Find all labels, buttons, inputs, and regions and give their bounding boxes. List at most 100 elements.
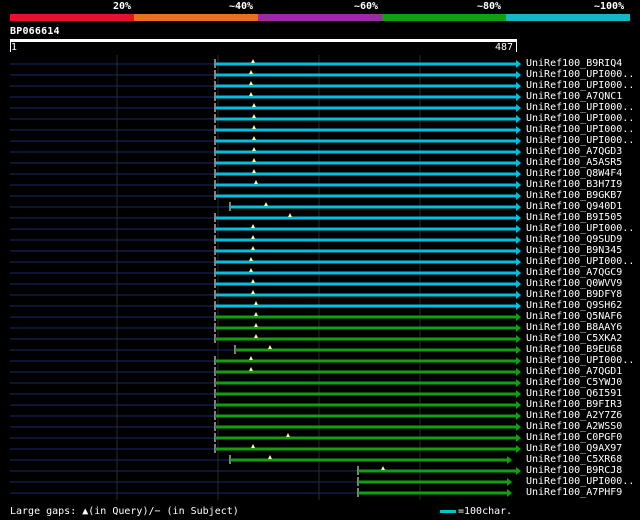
query-gap-marker bbox=[251, 444, 255, 448]
hit-arrow-head bbox=[516, 357, 521, 365]
hit-aligned-bar[interactable] bbox=[215, 304, 516, 308]
hit-label[interactable]: UniRef100_A2Y7Z6 bbox=[526, 410, 622, 421]
hit-aligned-bar[interactable] bbox=[215, 359, 516, 363]
hit-aligned-bar[interactable] bbox=[215, 414, 516, 418]
hit-aligned-bar[interactable] bbox=[215, 315, 516, 319]
hit-aligned-bar[interactable] bbox=[215, 447, 516, 451]
hit-label[interactable]: UniRef100_UPI000.. bbox=[526, 223, 634, 234]
query-gap-marker bbox=[254, 334, 258, 338]
query-gap-marker bbox=[252, 125, 256, 129]
hit-label[interactable]: UniRef100_A7PHF9 bbox=[526, 487, 622, 498]
hit-label[interactable]: UniRef100_UPI000.. bbox=[526, 476, 634, 487]
hit-label[interactable]: UniRef100_B3H7I9 bbox=[526, 179, 622, 190]
hit-aligned-bar[interactable] bbox=[215, 62, 516, 66]
hit-aligned-bar[interactable] bbox=[215, 326, 516, 330]
hit-aligned-bar[interactable] bbox=[215, 161, 516, 165]
hit-aligned-bar[interactable] bbox=[215, 238, 516, 242]
hit-label[interactable]: UniRef100_Q9AX97 bbox=[526, 443, 622, 454]
hit-aligned-bar[interactable] bbox=[215, 392, 516, 396]
hit-label[interactable]: UniRef100_UPI000.. bbox=[526, 113, 634, 124]
hit-label[interactable]: UniRef100_UPI000.. bbox=[526, 355, 634, 366]
hit-aligned-bar[interactable] bbox=[215, 403, 516, 407]
query-gap-marker bbox=[264, 202, 268, 206]
hit-label[interactable]: UniRef100_A2WSS0 bbox=[526, 421, 622, 432]
hit-label[interactable]: UniRef100_Q5NAF6 bbox=[526, 311, 622, 322]
hit-arrow-head bbox=[516, 291, 521, 299]
hit-label[interactable]: UniRef100_UPI000.. bbox=[526, 135, 634, 146]
hit-label[interactable]: UniRef100_Q9SH62 bbox=[526, 300, 622, 311]
hit-label[interactable]: UniRef100_B8AAY6 bbox=[526, 322, 622, 333]
hit-arrow-head bbox=[516, 60, 521, 68]
hit-arrow-head bbox=[516, 170, 521, 178]
hit-label[interactable]: UniRef100_B9EU68 bbox=[526, 344, 622, 355]
hit-label[interactable]: UniRef100_Q9SUD9 bbox=[526, 234, 622, 245]
hit-label[interactable]: UniRef100_Q8W4F4 bbox=[526, 168, 622, 179]
query-gap-marker bbox=[251, 279, 255, 283]
query-gap-marker bbox=[249, 257, 253, 261]
hit-label[interactable]: UniRef100_A5ASR5 bbox=[526, 157, 622, 168]
hit-aligned-bar[interactable] bbox=[215, 260, 516, 264]
hit-arrow-head bbox=[516, 93, 521, 101]
hit-label[interactable]: UniRef100_B9DFY8 bbox=[526, 289, 622, 300]
hit-label[interactable]: UniRef100_Q940D1 bbox=[526, 201, 622, 212]
hit-aligned-bar[interactable] bbox=[358, 480, 507, 484]
query-gap-marker bbox=[381, 466, 385, 470]
hit-label[interactable]: UniRef100_UPI000.. bbox=[526, 256, 634, 267]
hit-aligned-bar[interactable] bbox=[215, 293, 516, 297]
hit-arrow-head bbox=[516, 126, 521, 134]
hit-label[interactable]: UniRef100_A7QNC1 bbox=[526, 91, 622, 102]
hit-aligned-bar[interactable] bbox=[215, 139, 516, 143]
hit-aligned-bar[interactable] bbox=[215, 106, 516, 110]
hit-arrow-head bbox=[507, 489, 512, 497]
hit-aligned-bar[interactable] bbox=[215, 249, 516, 253]
hit-label[interactable]: UniRef100_B9RIQ4 bbox=[526, 58, 622, 69]
hit-label[interactable]: UniRef100_C5XR68 bbox=[526, 454, 622, 465]
hit-aligned-bar[interactable] bbox=[358, 491, 507, 495]
hit-aligned-bar[interactable] bbox=[215, 227, 516, 231]
hit-aligned-bar[interactable] bbox=[215, 73, 516, 77]
hit-aligned-bar[interactable] bbox=[215, 271, 516, 275]
hit-aligned-bar[interactable] bbox=[215, 194, 516, 198]
hit-aligned-bar[interactable] bbox=[215, 282, 516, 286]
hit-aligned-bar[interactable] bbox=[215, 381, 516, 385]
hit-arrow-head bbox=[516, 401, 521, 409]
hit-label[interactable]: UniRef100_UPI000.. bbox=[526, 102, 634, 113]
hit-label[interactable]: UniRef100_B9GKB7 bbox=[526, 190, 622, 201]
hit-label[interactable]: UniRef100_C5XKA2 bbox=[526, 333, 622, 344]
hit-label[interactable]: UniRef100_B9FIR3 bbox=[526, 399, 622, 410]
hit-aligned-bar[interactable] bbox=[215, 128, 516, 132]
hit-arrow-head bbox=[516, 390, 521, 398]
hit-label[interactable]: UniRef100_A7QGD1 bbox=[526, 366, 622, 377]
hit-label[interactable]: UniRef100_A7QGD3 bbox=[526, 146, 622, 157]
hit-aligned-bar[interactable] bbox=[215, 84, 516, 88]
hit-label[interactable]: UniRef100_UPI000.. bbox=[526, 124, 634, 135]
hit-aligned-bar[interactable] bbox=[215, 436, 516, 440]
hit-label[interactable]: UniRef100_A7QGC9 bbox=[526, 267, 622, 278]
hit-arrow-head bbox=[516, 214, 521, 222]
hit-label[interactable]: UniRef100_Q6I591 bbox=[526, 388, 622, 399]
hit-aligned-bar[interactable] bbox=[215, 183, 516, 187]
hit-aligned-bar[interactable] bbox=[235, 348, 516, 352]
hit-label[interactable]: UniRef100_Q0WVV9 bbox=[526, 278, 622, 289]
query-gap-marker bbox=[251, 246, 255, 250]
hit-label[interactable]: UniRef100_UPI000.. bbox=[526, 69, 634, 80]
hit-label[interactable]: UniRef100_B9N345 bbox=[526, 245, 622, 256]
hit-aligned-bar[interactable] bbox=[215, 172, 516, 176]
query-gap-marker bbox=[254, 312, 258, 316]
hit-aligned-bar[interactable] bbox=[215, 150, 516, 154]
hit-arrow-head bbox=[516, 313, 521, 321]
hit-aligned-bar[interactable] bbox=[215, 95, 516, 99]
hit-label[interactable]: UniRef100_UPI000.. bbox=[526, 80, 634, 91]
hit-label[interactable]: UniRef100_C0PGF0 bbox=[526, 432, 622, 443]
hit-aligned-bar[interactable] bbox=[215, 117, 516, 121]
query-gap-marker bbox=[249, 92, 253, 96]
query-gap-marker bbox=[268, 345, 272, 349]
hit-label[interactable]: UniRef100_B9I505 bbox=[526, 212, 622, 223]
hit-label[interactable]: UniRef100_C5YWJ0 bbox=[526, 377, 622, 388]
hit-aligned-bar[interactable] bbox=[215, 337, 516, 341]
hit-aligned-bar[interactable] bbox=[215, 216, 516, 220]
hit-aligned-bar[interactable] bbox=[230, 205, 516, 209]
hit-aligned-bar[interactable] bbox=[215, 370, 516, 374]
hit-label[interactable]: UniRef100_B9RCJ8 bbox=[526, 465, 622, 476]
hit-aligned-bar[interactable] bbox=[215, 425, 516, 429]
